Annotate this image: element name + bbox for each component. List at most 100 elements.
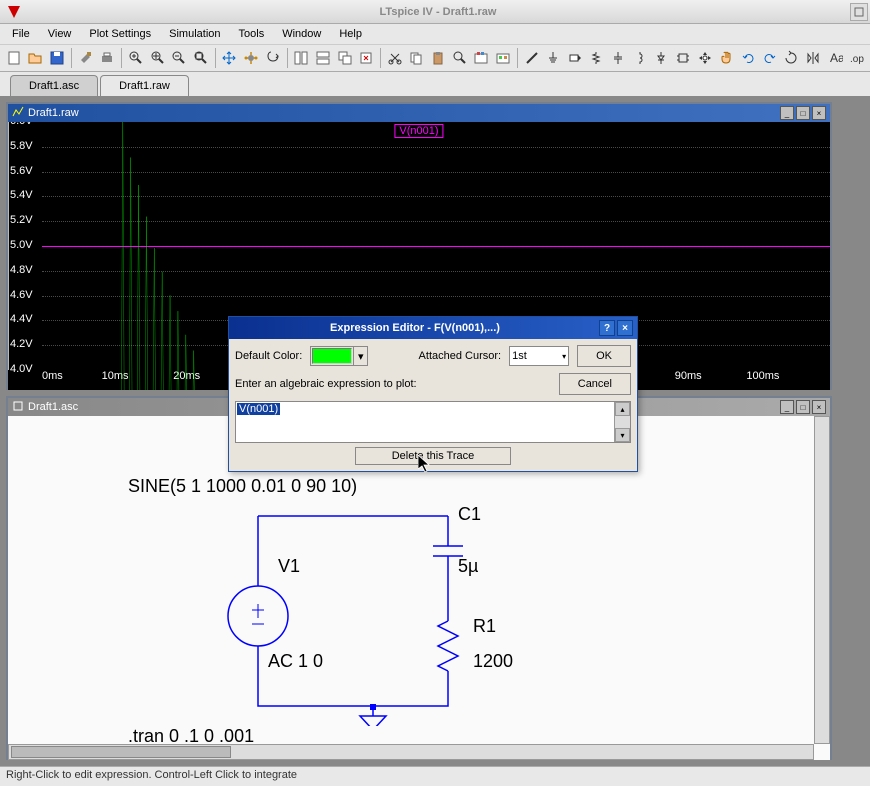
y-axis[interactable]: 6.0V 5.8V 5.6V 5.4V 5.2V 5.0V 4.8V 4.6V … [8, 122, 42, 370]
print-icon[interactable] [98, 47, 118, 69]
inductor-icon[interactable] [630, 47, 650, 69]
zoom-fit-icon[interactable] [191, 47, 211, 69]
expression-editor-dialog: Expression Editor - F(V(n001),...) ? × D… [228, 316, 638, 472]
v1-label[interactable]: V1 [278, 556, 300, 577]
app-title: LTspice IV - Draft1.raw [28, 6, 848, 18]
schematic-circuit [208, 506, 468, 726]
save-icon[interactable] [47, 47, 67, 69]
color-swatch [312, 348, 352, 364]
setup-icon[interactable] [493, 47, 513, 69]
delete-trace-button[interactable]: Delete this Trace [355, 447, 512, 465]
component-icon[interactable] [673, 47, 693, 69]
expression-scrollbar[interactable]: ▴▾ [614, 402, 630, 442]
default-color-dropdown[interactable]: ▾ [310, 346, 368, 366]
hammer-icon[interactable] [76, 47, 96, 69]
toolbar: Aa .op [0, 44, 870, 72]
schematic-horizontal-scrollbar[interactable] [8, 744, 814, 760]
cascade-icon[interactable] [335, 47, 355, 69]
plot-window-title: Draft1.raw [28, 107, 79, 119]
c1-value[interactable]: 5µ [458, 556, 478, 577]
plot-maximize-button[interactable]: □ [796, 106, 810, 120]
app-logo-icon [4, 2, 24, 22]
schematic-sine-directive[interactable]: SINE(5 1 1000 0.01 0 90 10) [128, 476, 357, 497]
close-all-icon[interactable] [356, 47, 376, 69]
copy-icon[interactable] [407, 47, 427, 69]
open-icon[interactable] [26, 47, 46, 69]
default-color-label: Default Color: [235, 350, 302, 362]
ok-button[interactable]: OK [577, 345, 631, 367]
attached-cursor-label: Attached Cursor: [419, 350, 502, 362]
tab-bar: Draft1.asc Draft1.raw [0, 72, 870, 96]
r1-label[interactable]: R1 [473, 616, 496, 637]
status-bar: Right-Click to edit expression. Control-… [0, 766, 870, 786]
menu-bar: File View Plot Settings Simulation Tools… [0, 24, 870, 44]
undo-icon[interactable] [738, 47, 758, 69]
c1-label[interactable]: C1 [458, 504, 481, 525]
expression-text: V(n001) [237, 403, 280, 415]
tab-draft1-asc[interactable]: Draft1.asc [10, 75, 98, 96]
schematic-window-title: Draft1.asc [28, 401, 78, 413]
plot-window-title-bar[interactable]: Draft1.raw _ □ × [8, 104, 830, 122]
tile-vert-icon[interactable] [313, 47, 333, 69]
expression-input[interactable]: V(n001) ▴▾ [235, 401, 631, 443]
schematic-close-button[interactable]: × [812, 400, 826, 414]
menu-file[interactable]: File [4, 26, 38, 42]
draw-wire-icon[interactable] [522, 47, 542, 69]
spice-directive-icon[interactable]: .op [847, 47, 867, 69]
plot-minimize-button[interactable]: _ [780, 106, 794, 120]
capacitor-icon[interactable] [608, 47, 628, 69]
ac-label[interactable]: AC 1 0 [268, 651, 323, 672]
svg-text:Aa: Aa [830, 51, 843, 65]
plot-close-button[interactable]: × [812, 106, 826, 120]
mirror-icon[interactable] [803, 47, 823, 69]
menu-help[interactable]: Help [331, 26, 370, 42]
dialog-close-button[interactable]: × [617, 320, 633, 336]
cut-icon[interactable] [385, 47, 405, 69]
new-schematic-icon[interactable] [4, 47, 24, 69]
label-net-icon[interactable] [565, 47, 585, 69]
paste-icon[interactable] [428, 47, 448, 69]
run-icon[interactable] [241, 47, 261, 69]
schematic-minimize-button[interactable]: _ [780, 400, 794, 414]
app-maximize-button[interactable] [850, 3, 868, 21]
menu-tools[interactable]: Tools [231, 26, 273, 42]
dialog-help-button[interactable]: ? [599, 320, 615, 336]
find-icon[interactable] [450, 47, 470, 69]
svg-text:.op: .op [850, 54, 864, 65]
resistor-icon[interactable] [587, 47, 607, 69]
zoom-in-icon[interactable] [126, 47, 146, 69]
menu-simulation[interactable]: Simulation [161, 26, 228, 42]
cancel-button[interactable]: Cancel [559, 373, 631, 395]
drag-icon[interactable] [717, 47, 737, 69]
schematic-window-icon [12, 400, 24, 415]
dialog-title-bar[interactable]: Expression Editor - F(V(n001),...) ? × [229, 317, 637, 339]
attached-cursor-dropdown[interactable]: 1st ▾ [509, 346, 569, 366]
menu-view[interactable]: View [40, 26, 80, 42]
menu-plot-settings[interactable]: Plot Settings [81, 26, 159, 42]
copy-bitmap-icon[interactable] [472, 47, 492, 69]
tab-draft1-raw[interactable]: Draft1.raw [100, 75, 189, 96]
pan-icon[interactable] [148, 47, 168, 69]
zoom-out-icon[interactable] [169, 47, 189, 69]
pick-visible-icon[interactable] [291, 47, 311, 69]
app-title-bar: LTspice IV - Draft1.raw [0, 0, 870, 24]
dialog-title: Expression Editor - F(V(n001),...) [233, 322, 597, 334]
cursor-line[interactable] [8, 122, 9, 370]
move-icon[interactable] [695, 47, 715, 69]
schematic-vertical-scrollbar[interactable] [814, 416, 830, 744]
menu-window[interactable]: Window [274, 26, 329, 42]
redo-icon[interactable] [760, 47, 780, 69]
ground-icon[interactable] [543, 47, 563, 69]
halt-icon[interactable] [263, 47, 283, 69]
diode-icon[interactable] [652, 47, 672, 69]
text-icon[interactable]: Aa [825, 47, 845, 69]
chevron-down-icon: ▾ [562, 352, 566, 361]
chevron-down-icon: ▾ [353, 347, 367, 365]
autorange-icon[interactable] [220, 47, 240, 69]
plot-window-icon [12, 106, 24, 121]
r1-value[interactable]: 1200 [473, 651, 513, 672]
schematic-maximize-button[interactable]: □ [796, 400, 810, 414]
status-text: Right-Click to edit expression. Control-… [6, 769, 297, 781]
rotate-icon[interactable] [782, 47, 802, 69]
expression-prompt: Enter an algebraic expression to plot: [235, 378, 417, 390]
